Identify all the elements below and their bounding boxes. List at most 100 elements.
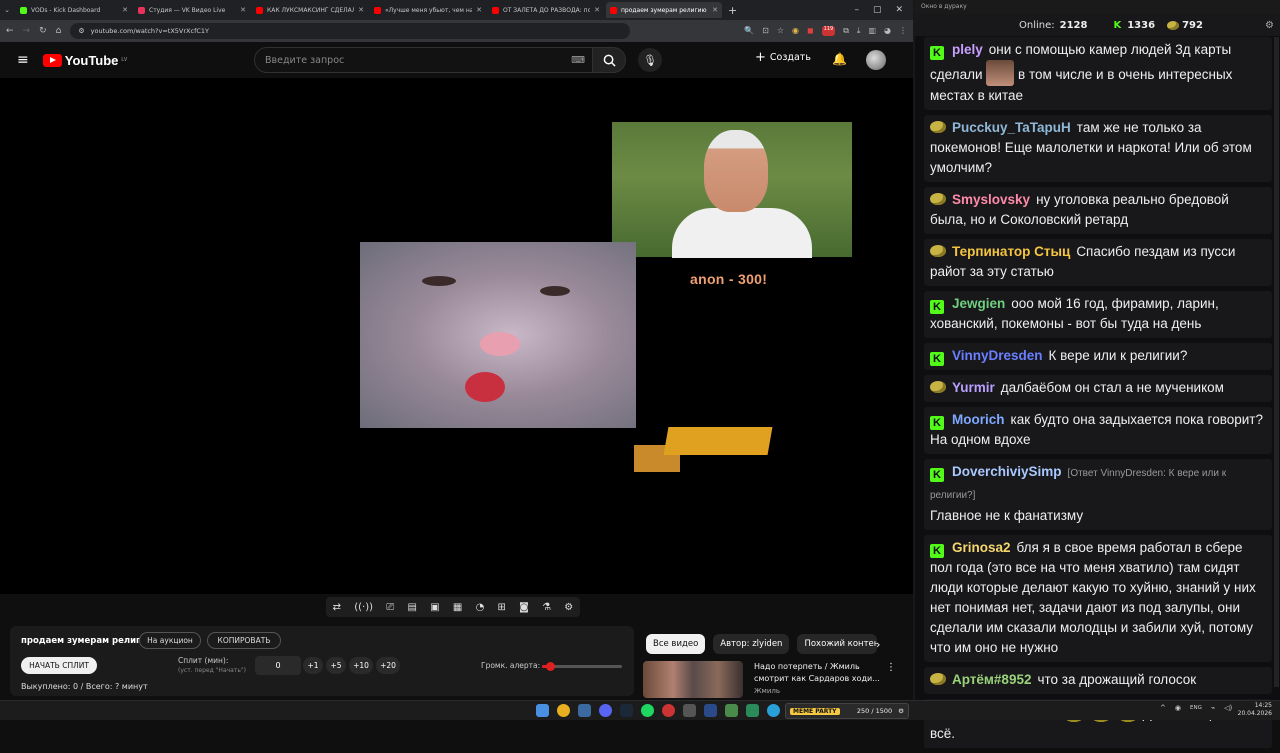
add-5-button[interactable]: +5 <box>326 657 346 674</box>
extensions-puzzle-icon[interactable]: ⧉ <box>843 26 849 36</box>
chat-username[interactable]: Pucckuy_TaTapuH <box>952 120 1071 135</box>
chip-all-videos[interactable]: Все видео <box>646 634 706 654</box>
recorder-icon[interactable] <box>662 704 675 717</box>
screenshot-icon[interactable]: ◙ <box>519 602 529 613</box>
forward-icon[interactable]: → <box>23 26 31 36</box>
chat-username[interactable]: VinnyDresden <box>952 348 1043 363</box>
chrome-icon[interactable] <box>557 704 570 717</box>
tab-close-icon[interactable]: ✕ <box>712 6 718 14</box>
browser-tab[interactable]: «Лучше меня убьют, чем на к ✕ <box>370 2 486 18</box>
copy-button[interactable]: КОПИРОВАТЬ <box>207 632 281 649</box>
chip-author[interactable]: Автор: zlyiden <box>713 634 790 654</box>
steam-icon[interactable] <box>620 704 633 717</box>
speedometer-icon[interactable]: ◔ <box>476 602 485 613</box>
chat-settings-icon[interactable]: ⚙ <box>1265 20 1274 31</box>
frame-icon[interactable]: ▣ <box>430 602 439 613</box>
repeat-icon[interactable]: ⇄ <box>333 602 341 613</box>
film-icon[interactable]: ▤ <box>408 602 417 613</box>
tab-close-icon[interactable]: ✕ <box>476 6 482 14</box>
notifications-bell-icon[interactable]: 🔔 <box>832 52 847 66</box>
minimize-icon[interactable]: – <box>854 5 859 15</box>
chat-username[interactable]: Артём#8952 <box>952 672 1031 687</box>
profile-icon[interactable]: ◕ <box>884 26 891 36</box>
url-field[interactable]: ⚙ youtube.com/watch?v=tX5VrXcfC1Y <box>70 23 631 39</box>
site-info-icon[interactable]: ⚙ <box>78 27 84 35</box>
slider-knob[interactable] <box>546 662 555 671</box>
bookmark-star-icon[interactable]: ☆ <box>777 26 784 36</box>
flask-icon[interactable]: ⚗ <box>542 602 551 613</box>
captions-icon[interactable]: ▦ <box>453 602 462 613</box>
chat-username[interactable]: Jewgien <box>952 296 1005 311</box>
tab-close-icon[interactable]: ✕ <box>358 6 364 14</box>
close-window-icon[interactable]: ✕ <box>895 5 903 15</box>
chat-username[interactable]: Moorich <box>952 412 1005 427</box>
recommended-video-title[interactable]: Надо потерпеть / Жмиль смотрит как Сарда… <box>754 661 880 685</box>
search-button[interactable] <box>592 47 626 73</box>
chip-similar[interactable]: Похожий контен <box>797 634 878 654</box>
start-icon[interactable] <box>536 704 549 717</box>
split-minutes-input[interactable]: 0 <box>255 656 301 675</box>
tray-app-icon[interactable]: ◉ <box>1175 704 1181 712</box>
add-20-button[interactable]: +20 <box>376 657 400 674</box>
spotify-icon[interactable] <box>641 704 654 717</box>
reload-icon[interactable]: ↻ <box>39 26 47 36</box>
search-input[interactable]: Введите запрос ⌨ <box>254 47 594 73</box>
camera-cog-icon[interactable]: ⎚ <box>386 602 394 613</box>
chat-scrollbar[interactable] <box>1274 37 1279 687</box>
tray-chevron-icon[interactable]: ^ <box>1160 704 1166 712</box>
chat-username[interactable]: plely <box>952 42 983 57</box>
discord-icon[interactable] <box>599 704 612 717</box>
broadcast-icon[interactable]: ((·)) <box>354 602 373 613</box>
recommended-video-thumbnail[interactable] <box>643 661 743 698</box>
browser-tab[interactable]: VODs - Kick Dashboard ✕ <box>16 2 132 18</box>
settings-icon[interactable]: ⚙ <box>564 602 573 613</box>
tab-close-icon[interactable]: ✕ <box>122 6 128 14</box>
chevron-right-icon[interactable]: › <box>876 638 880 651</box>
telegram-icon[interactable] <box>767 704 780 717</box>
chat-username[interactable]: Grinosa2 <box>952 540 1011 555</box>
chat-username[interactable]: DoverchiviySimp <box>952 464 1062 479</box>
video-player[interactable]: anon - 300! <box>0 78 913 594</box>
back-icon[interactable]: ← <box>6 26 14 36</box>
tab-close-icon[interactable]: ✕ <box>594 6 600 14</box>
browser-tab[interactable]: продаем зумерам религию - ✕ <box>606 2 722 18</box>
meme-party-settings-icon[interactable]: ⚙ <box>898 707 904 715</box>
browser-tab[interactable]: Студия — VK Видео Live ✕ <box>134 2 250 18</box>
voice-search-button[interactable]: 🎙 <box>638 48 662 72</box>
home-icon[interactable]: ⌂ <box>56 26 62 36</box>
download-icon[interactable]: ⤓ <box>857 26 861 36</box>
keyboard-icon[interactable]: ⌨ <box>571 55 585 66</box>
clock[interactable]: 14:25 20.04.2026 <box>1224 702 1272 718</box>
recommended-video-author[interactable]: Жмиль <box>754 687 780 695</box>
meme-party-widget[interactable]: MEME PARTY 250 / 1500 ⚙ <box>785 703 909 719</box>
tab-search-icon[interactable]: ⌄ <box>0 6 14 14</box>
extension-icon-2[interactable]: ◼ <box>807 26 814 36</box>
extension-badge[interactable]: 119 <box>821 26 836 36</box>
sidebar-icon[interactable]: ▥ <box>868 26 876 36</box>
menu-dots-icon[interactable]: ⋮ <box>899 26 907 36</box>
files-icon[interactable] <box>578 704 591 717</box>
new-tab-button[interactable]: + <box>728 4 737 17</box>
add-10-button[interactable]: +10 <box>349 657 373 674</box>
browser-tab[interactable]: КАК ЛУКСМАКСИНГ СДЕЛАЛ ✕ <box>252 2 368 18</box>
avatar[interactable] <box>866 50 886 70</box>
tab-close-icon[interactable]: ✕ <box>240 6 246 14</box>
hamburger-menu-icon[interactable]: ≡ <box>17 52 29 68</box>
auction-button[interactable]: На аукцион <box>139 632 201 649</box>
more-options-icon[interactable]: ⋮ <box>886 662 896 673</box>
chat-username[interactable]: Smyslovsky <box>952 192 1030 207</box>
start-split-button[interactable]: НАЧАТЬ СПЛИТ <box>21 657 97 674</box>
language-indicator[interactable]: ENG <box>1190 705 1202 711</box>
app-icon[interactable] <box>683 704 696 717</box>
add-clip-icon[interactable]: ⊞ <box>498 602 506 613</box>
browser-tab[interactable]: ОТ ЗАЛЕТА ДО РАЗВОДА: пол ✕ <box>488 2 604 18</box>
zoom-icon[interactable]: 🔍 <box>744 26 754 36</box>
extension-icon-1[interactable]: ◉ <box>792 26 799 36</box>
network-icon[interactable]: ⌁ <box>1211 704 1215 712</box>
chat-username[interactable]: Yurmir <box>952 380 995 395</box>
chat-username[interactable]: Терпинатор Стыц <box>952 244 1070 259</box>
maximize-icon[interactable]: ▢ <box>873 5 882 15</box>
create-button[interactable]: + Создать <box>755 50 811 65</box>
add-1-button[interactable]: +1 <box>303 657 323 674</box>
obs-icon[interactable] <box>725 704 738 717</box>
